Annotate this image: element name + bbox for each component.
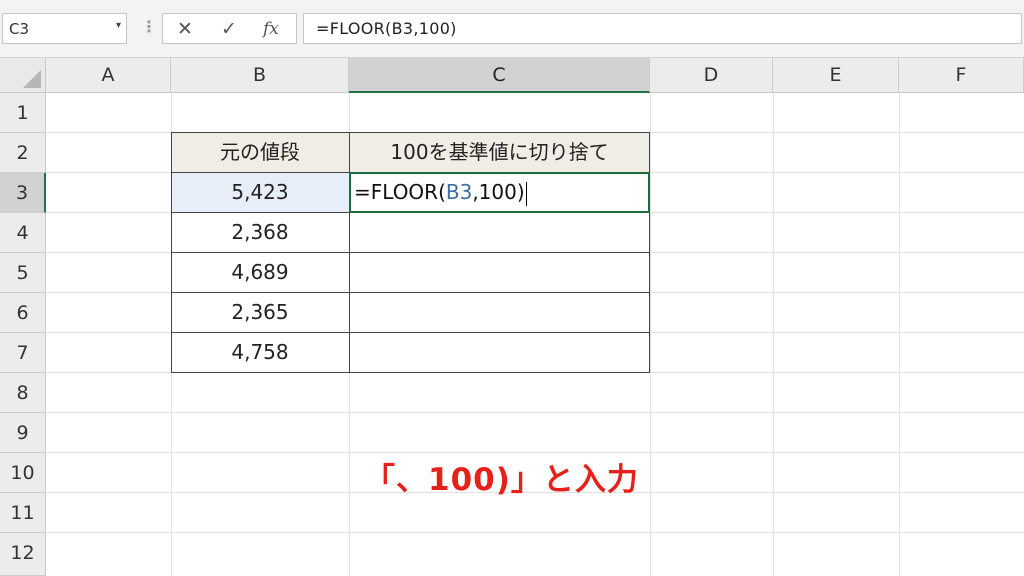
row-header-3[interactable]: 3 [0, 173, 46, 213]
cell-b5[interactable]: 4,689 [171, 252, 349, 292]
cell-b7[interactable]: 4,758 [171, 332, 349, 372]
row-header-7[interactable]: 7 [0, 333, 46, 373]
cancel-icon[interactable]: ✕ [177, 18, 193, 40]
text-cursor [525, 181, 527, 206]
formula-suffix: ,100) [472, 180, 525, 204]
row-header-5[interactable]: 5 [0, 253, 46, 293]
formula-buttons: ✕ ✓ fx [162, 13, 297, 44]
cell-reference: B3 [445, 180, 473, 204]
name-box[interactable]: C3 ▾ [2, 13, 127, 44]
column-header-d[interactable]: D [650, 58, 773, 93]
select-all-button[interactable] [0, 58, 46, 93]
formula-prefix: =FLOOR( [354, 180, 446, 204]
row-header-11[interactable]: 11 [0, 493, 46, 533]
gridline [899, 93, 900, 576]
name-box-value: C3 [9, 20, 30, 38]
gridline [773, 93, 774, 576]
column-header-b[interactable]: B [171, 58, 349, 93]
cell-b4[interactable]: 2,368 [171, 212, 349, 252]
instruction-annotation: 「、100)」と入力 [364, 462, 639, 498]
table-border [171, 332, 650, 333]
row-header-2[interactable]: 2 [0, 133, 46, 173]
insert-function-icon[interactable]: fx [263, 19, 279, 39]
cell-c2-header[interactable]: 100を基準値に切り捨て [349, 132, 650, 172]
gridline [46, 532, 1024, 533]
drag-handle-icon[interactable]: ⋮ [141, 17, 157, 36]
column-header-c[interactable]: C [349, 58, 650, 93]
gridline [46, 412, 1024, 413]
cell-c3-editing[interactable]: =FLOOR(B3,100) [354, 180, 527, 206]
row-header-6[interactable]: 6 [0, 293, 46, 333]
column-header-f[interactable]: F [899, 58, 1024, 93]
table-border [649, 132, 650, 373]
table-border [349, 132, 350, 373]
table-border [171, 252, 650, 253]
enter-icon[interactable]: ✓ [221, 18, 237, 40]
select-all-icon [23, 70, 41, 88]
row-header-1[interactable]: 1 [0, 93, 46, 133]
row-header-4[interactable]: 4 [0, 213, 46, 253]
table-border [171, 132, 172, 373]
formula-input[interactable]: =FLOOR(B3,100) [303, 13, 1022, 44]
cell-b3[interactable]: 5,423 [171, 172, 349, 212]
table-border [171, 292, 650, 293]
column-header-a[interactable]: A [46, 58, 171, 93]
row-header-9[interactable]: 9 [0, 413, 46, 453]
row-header-10[interactable]: 10 [0, 453, 46, 493]
gridline [650, 93, 651, 576]
row-header-8[interactable]: 8 [0, 373, 46, 413]
cell-b6[interactable]: 2,365 [171, 292, 349, 332]
chevron-down-icon[interactable]: ▾ [116, 20, 121, 31]
column-header-e[interactable]: E [773, 58, 899, 93]
row-header-12[interactable]: 12 [0, 533, 46, 576]
gridline [46, 452, 1024, 453]
formula-bar-area: C3 ▾ ⋮ ✕ ✓ fx =FLOOR(B3,100) [0, 0, 1024, 58]
cell-b2-header[interactable]: 元の値段 [171, 132, 349, 172]
table-border [171, 372, 650, 373]
table-border [171, 132, 650, 133]
formula-text: =FLOOR(B3,100) [316, 19, 457, 38]
